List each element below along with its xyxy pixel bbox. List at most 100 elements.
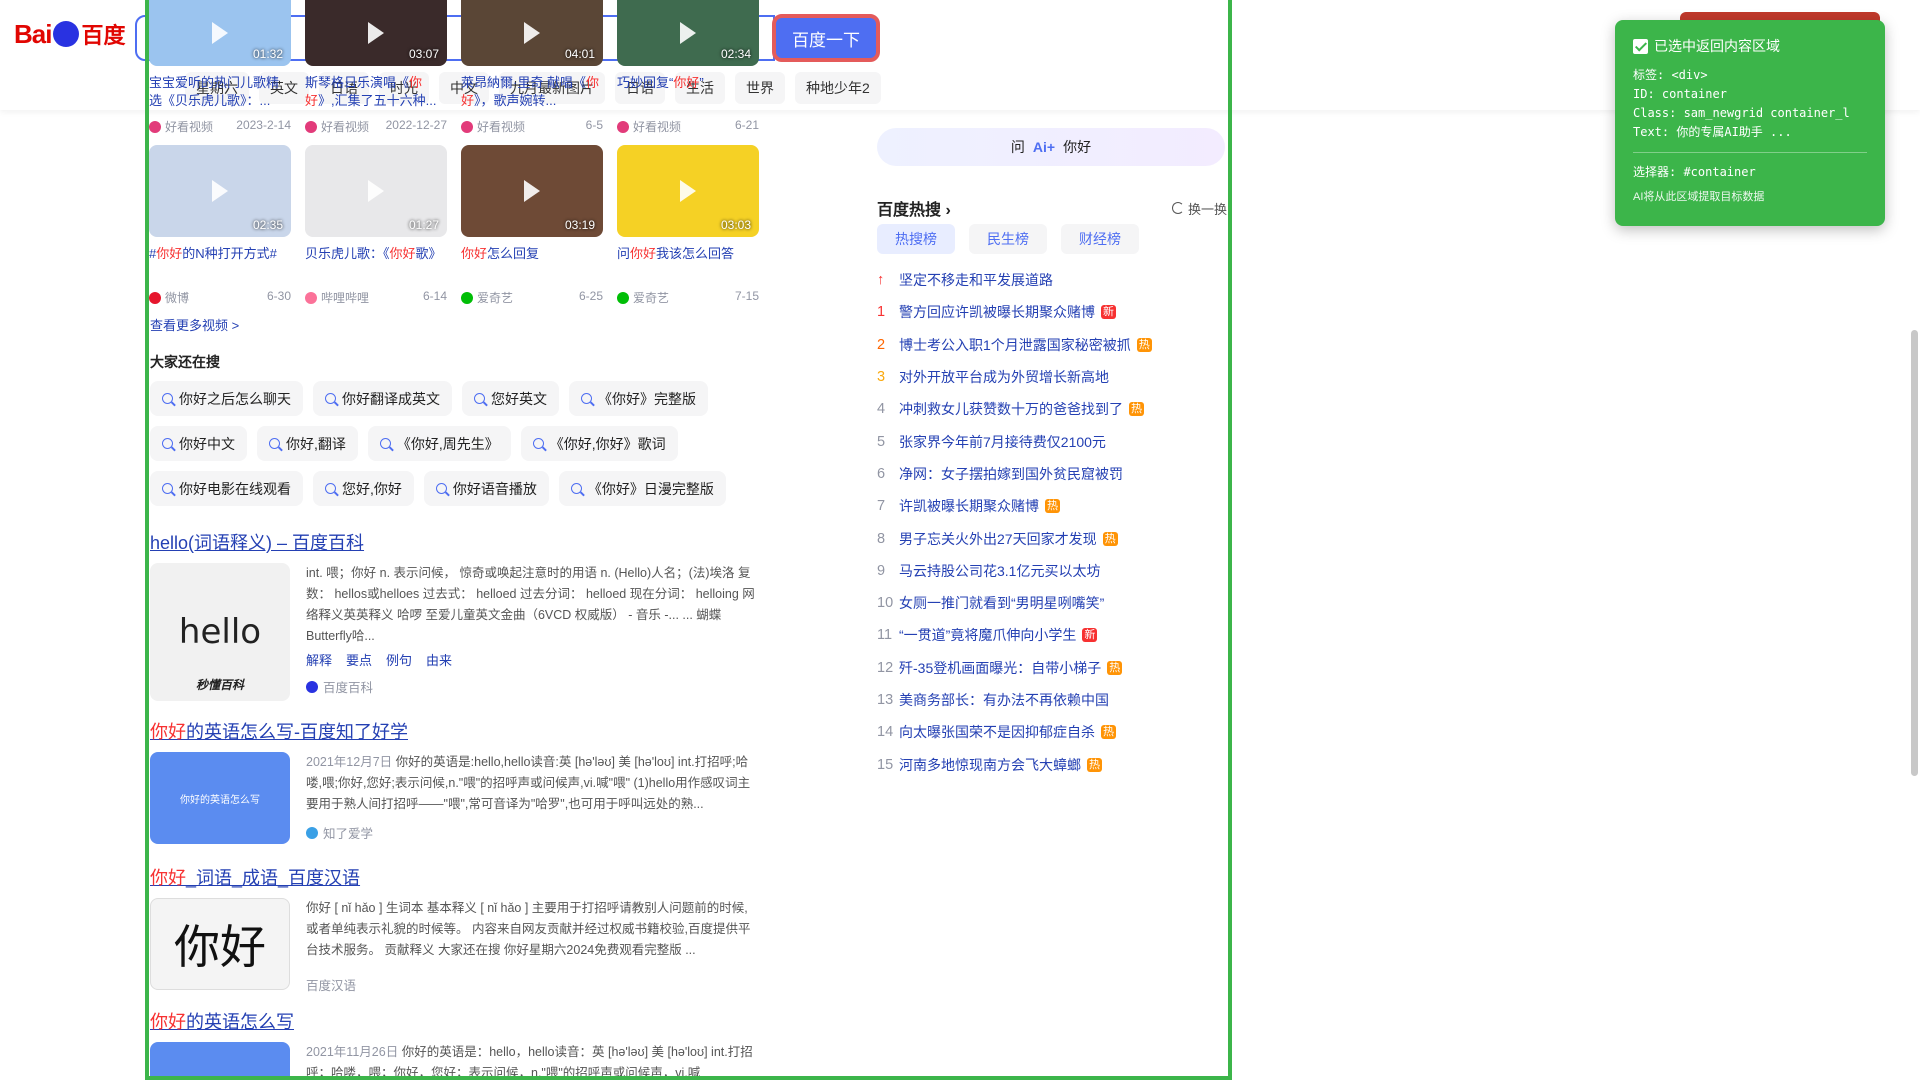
video-title[interactable]: 斯琴格日乐演唱《你好》,汇集了五十六种...	[305, 74, 447, 110]
video-card[interactable]: 04:01 萊昂納爾·里奇 献唱《你好》，歌声婉转... 好看视频 6-5	[461, 0, 603, 135]
related-search-chip[interactable]: 你好电影在线观看	[150, 471, 303, 506]
related-search-chip[interactable]: 您好英文	[462, 381, 559, 416]
video-card[interactable]: 03:03 问你好我该怎么回答 爱奇艺 7-15	[617, 145, 759, 306]
hot-search-item[interactable]: 13 美商务部长：有办法不再依赖中国	[877, 684, 1227, 716]
more-videos-link[interactable]: 查看更多视频 >	[150, 315, 239, 334]
video-title[interactable]: 你好怎么回复	[461, 245, 603, 281]
hot-search-item[interactable]: 12 歼-35登机画面曝光：自带小梯子热	[877, 652, 1227, 684]
ai-ask-button[interactable]: 问 Ai+ 你好	[877, 128, 1225, 166]
check-icon	[1633, 38, 1648, 54]
panel-line: Text: 你的专属AI助手 ...	[1633, 125, 1792, 139]
video-thumbnail[interactable]: 01:32	[149, 0, 291, 66]
video-thumbnail[interactable]: 03:03	[617, 145, 759, 237]
related-search-chip[interactable]: 《你好,周先生》	[367, 426, 511, 461]
related-search-chip[interactable]: 您好,你好	[313, 471, 414, 506]
hot-tab[interactable]: 热搜榜	[877, 224, 955, 254]
hot-search-item[interactable]: 9 马云持股公司花3.1亿元买以太坊	[877, 555, 1227, 587]
search-icon	[379, 438, 391, 449]
video-card[interactable]: 02:34 巧妙回复“你好” 好看视频 6-21	[617, 0, 759, 135]
related-search-chip[interactable]: 你好翻译成英文	[313, 381, 452, 416]
related-search-chip[interactable]: 你好语音播放	[423, 471, 549, 506]
video-row-1: 01:32 宝宝爱听的热门儿歌精选《贝乐虎儿歌》：... 好看视频 2023-2-14…	[149, 0, 759, 135]
hot-search-item[interactable]: 11 “一贯道”竟将魔爪伸向小学生新	[877, 619, 1227, 651]
hot-search-title[interactable]: 百度热搜 ›	[877, 196, 951, 220]
logo-text-du: 百度	[81, 23, 126, 48]
video-title[interactable]: 宝宝爱听的热门儿歌精选《贝乐虎儿歌》：...	[149, 74, 291, 110]
tab-item[interactable]: 种地少年2	[795, 72, 881, 104]
video-title[interactable]: 巧妙回复“你好”	[617, 74, 759, 110]
hot-search-item[interactable]: 8 男子忘关火外出27天回家才发现热	[877, 522, 1227, 554]
hot-badge: 热	[1101, 725, 1116, 740]
video-thumbnail[interactable]: 03:19	[461, 145, 603, 237]
result-thumbnail[interactable]: 你好的英语怎么写	[150, 752, 290, 844]
baidu-logo[interactable]: Bai 百度	[14, 18, 125, 50]
chip-label: 你好之后怎么聊天	[179, 390, 291, 407]
source-icon	[149, 120, 161, 133]
hot-search-item[interactable]: 10 女厕一推门就看到“男明星咧嘴笑”	[877, 587, 1227, 619]
result-source[interactable]: 知了爱学	[306, 823, 760, 842]
hot-search-item[interactable]: 6 净网：女子摆拍嫁到国外贫民窟被罚	[877, 458, 1227, 490]
video-card[interactable]: 03:19 你好怎么回复 爱奇艺 6-25	[461, 145, 603, 306]
related-search-chip[interactable]: 你好之后怎么聊天	[150, 381, 303, 416]
video-thumbnail[interactable]: 01:27	[305, 145, 447, 237]
video-thumbnail[interactable]: 03:07	[305, 0, 447, 66]
result-sublink[interactable]: 由来	[426, 650, 452, 669]
related-search-chip[interactable]: 你好,翻译	[257, 426, 358, 461]
result-thumbnail[interactable]	[150, 1042, 290, 1080]
video-source: 哔哩哔哩	[305, 289, 369, 306]
play-icon	[680, 22, 696, 44]
video-thumbnail[interactable]: 02:35	[149, 145, 291, 237]
video-title[interactable]: 贝乐虎儿歌：《你好歌》	[305, 245, 447, 281]
result-thumbnail[interactable]: 你好	[150, 898, 290, 990]
result-sublink[interactable]: 要点	[346, 650, 372, 669]
video-row-2: 02:35 #你好的N种打开方式# 微博 6-30 01:27 贝乐虎儿歌：《你好歌》 哔哩…	[149, 145, 759, 306]
hot-search-item[interactable]: 3 对外开放平台成为外贸增长新高地	[877, 361, 1227, 393]
video-card[interactable]: 01:27 贝乐虎儿歌：《你好歌》 哔哩哔哩 6-14	[305, 145, 447, 306]
result-source[interactable]: 百度汉语	[306, 975, 760, 994]
hot-search-item[interactable]: 7 许凯被曝长期聚众赌博热	[877, 490, 1227, 522]
new-badge: 新	[1101, 305, 1116, 320]
video-source: 好看视频	[461, 118, 525, 135]
result-source[interactable]: 百度百科	[306, 677, 760, 696]
related-search-chip[interactable]: 《你好,你好》歌词	[520, 426, 678, 461]
video-card[interactable]: 03:07 斯琴格日乐演唱《你好》,汇集了五十六种... 好看视频 2022-12-2…	[305, 0, 447, 135]
hot-rank: 1	[877, 304, 886, 321]
hot-search-item[interactable]: 1 警方回应许凯被曝长期聚众赌博新	[877, 296, 1227, 328]
video-thumbnail[interactable]: 02:34	[617, 0, 759, 66]
hot-search-header: 百度热搜 › 换一换	[877, 196, 1227, 220]
result-thumbnail[interactable]: hello 秒懂百科	[150, 563, 290, 701]
video-title[interactable]: #你好的N种打开方式#	[149, 245, 291, 281]
panel-line: ID: container	[1633, 87, 1727, 101]
video-card[interactable]: 02:35 #你好的N种打开方式# 微博 6-30	[149, 145, 291, 306]
result-title[interactable]: 你好的英语怎么写-百度知了好学	[150, 718, 760, 744]
related-search-chip[interactable]: 你好中文	[150, 426, 247, 461]
hot-tab[interactable]: 民生榜	[969, 224, 1047, 254]
hot-search-item[interactable]: ↑ 坚定不移走和平发展道路	[877, 264, 1227, 296]
video-duration: 03:03	[720, 218, 751, 232]
hot-search-item[interactable]: 4 冲刺救女儿获赞数十万的爸爸找到了热	[877, 393, 1227, 425]
hot-rank: 11	[877, 627, 893, 644]
result-title[interactable]: 你好的英语怎么写	[150, 1008, 760, 1034]
result-sublink[interactable]: 例句	[386, 650, 412, 669]
related-search-chip[interactable]: 《你好》日漫完整版	[558, 471, 726, 506]
scrollbar-thumb[interactable]	[1911, 330, 1918, 776]
video-card[interactable]: 01:32 宝宝爱听的热门儿歌精选《贝乐虎儿歌》：... 好看视频 2023-2-14	[149, 0, 291, 135]
source-icon	[617, 291, 629, 304]
video-title[interactable]: 问你好我该怎么回答	[617, 245, 759, 281]
video-thumbnail[interactable]: 04:01	[461, 0, 603, 66]
hot-search-item[interactable]: 15 河南多地惊现南方会飞大蟑螂热	[877, 748, 1227, 780]
hot-tab[interactable]: 财经榜	[1061, 224, 1139, 254]
refresh-button[interactable]: 换一换	[1171, 199, 1227, 218]
hot-search-item[interactable]: 14 向太曝张国荣不是因抑郁症自杀热	[877, 716, 1227, 748]
hot-search-item[interactable]: 5 张家界今年前7月接待费仅2100元	[877, 425, 1227, 457]
title-text: 的N种打开方式#	[182, 246, 277, 261]
result-title[interactable]: 你好_词语_成语_百度汉语	[150, 864, 760, 890]
search-icon	[162, 393, 173, 404]
related-search-chip[interactable]: 《你好》完整版	[569, 381, 708, 416]
video-title[interactable]: 萊昂納爾·里奇 献唱《你好》，歌声婉转...	[461, 74, 603, 110]
hot-search-item[interactable]: 2 博士考公入职1个月泄露国家秘密被抓热	[877, 329, 1227, 361]
result-title[interactable]: hello(词语释义) – 百度百科	[150, 529, 760, 555]
result-sublink[interactable]: 解释	[306, 650, 332, 669]
search-button[interactable]: 百度一下	[772, 14, 880, 62]
title-text: 宝宝爱听的热门儿歌精选《贝乐虎儿歌》：...	[149, 75, 280, 108]
